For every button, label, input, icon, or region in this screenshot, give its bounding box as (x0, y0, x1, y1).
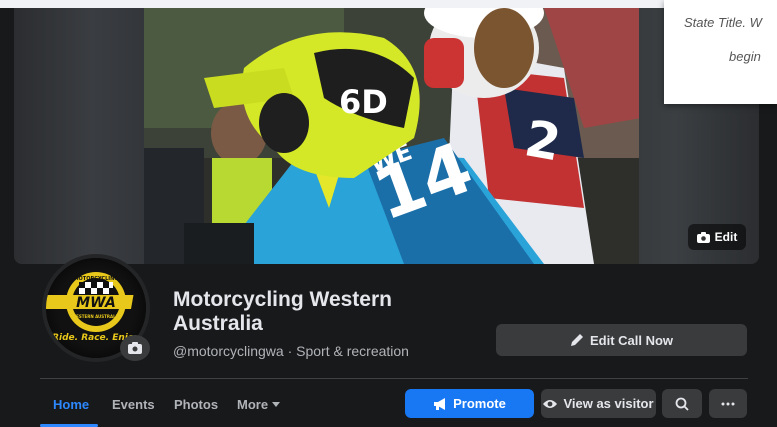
svg-text:MWA: MWA (76, 295, 116, 311)
search-button[interactable] (662, 389, 702, 418)
svg-text:MOTORCYCLING: MOTORCYCLING (74, 276, 119, 282)
tab-home[interactable]: Home (53, 397, 89, 412)
eye-icon (543, 399, 558, 408)
ellipsis-icon (721, 402, 735, 405)
more-options-button[interactable] (709, 389, 747, 418)
cover-photo-area[interactable]: 2 14 WE 6D (14, 8, 759, 264)
megaphone-icon (434, 397, 446, 410)
quote-card: State Title. W begin (664, 0, 777, 104)
cover-blur-left (14, 8, 144, 264)
quote-line-2: begin (729, 49, 761, 64)
tab-more[interactable]: More (237, 397, 281, 412)
svg-text:6D: 6D (339, 83, 388, 121)
caret-down-icon (272, 401, 281, 407)
edit-call-now-label: Edit Call Now (589, 332, 674, 348)
view-as-visitor-button[interactable]: View as visitor (541, 389, 656, 418)
camera-icon (696, 231, 710, 243)
top-strip (0, 0, 777, 8)
view-as-visitor-label: View as visitor (563, 396, 654, 411)
promote-label: Promote (453, 396, 506, 411)
promote-button[interactable]: Promote (405, 389, 534, 418)
camera-icon (128, 342, 142, 354)
quote-line-1: State Title. W (684, 15, 762, 30)
pencil-icon (570, 334, 583, 346)
svg-text:WESTERN AUSTRALIA: WESTERN AUSTRALIA (72, 314, 121, 319)
cover-photo-image: 2 14 WE 6D (144, 8, 641, 264)
search-icon (675, 397, 689, 411)
tab-photos[interactable]: Photos (174, 397, 218, 412)
header-divider (40, 378, 748, 379)
page-title: Motorcycling Western Australia (173, 288, 392, 335)
edit-cover-button[interactable]: Edit (688, 224, 746, 250)
edit-cover-label: Edit (714, 230, 738, 244)
tab-more-label: More (237, 397, 269, 412)
page-handle: @motorcyclingwa · Sport & recreation (173, 343, 409, 359)
update-avatar-button[interactable] (120, 335, 150, 361)
edit-call-now-button[interactable]: Edit Call Now (496, 324, 747, 356)
cover-photo: 2 14 WE 6D (144, 8, 641, 264)
tab-events[interactable]: Events (112, 397, 155, 412)
